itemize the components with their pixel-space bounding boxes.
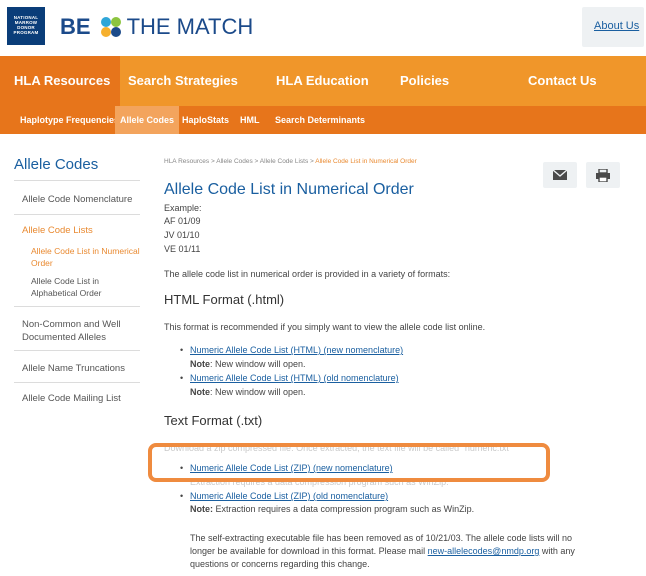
email-button[interactable]	[543, 162, 577, 188]
brand-match: THE MATCH	[126, 14, 254, 39]
para-text: with any	[539, 546, 575, 556]
bullet: •	[180, 345, 184, 355]
page-title: Allele Code List in Numerical Order	[164, 181, 414, 198]
subnav-allele-codes[interactable]: Allele Codes	[115, 106, 180, 134]
main-nav: HLA Resources Search Strategies HLA Educ…	[0, 56, 646, 134]
btm-logo-icon	[100, 17, 121, 37]
sidebar-item-mailing-list[interactable]: Allele Code Mailing List	[22, 392, 121, 405]
zip-old-link[interactable]: Numeric Allele Code List (ZIP) (old nome…	[190, 491, 388, 501]
para-text: longer be available for download in this…	[190, 546, 428, 556]
note-label: Note	[190, 359, 210, 369]
nav-hla-resources[interactable]: HLA Resources	[0, 56, 120, 134]
breadcrumb-current: Allele Code List in Numerical Order	[315, 158, 417, 165]
subnav-haplostats[interactable]: HaploStats	[182, 106, 229, 134]
print-button[interactable]	[586, 162, 620, 188]
html-old-link[interactable]: Numeric Allele Code List (HTML) (old nom…	[190, 373, 399, 383]
highlight-box	[148, 443, 550, 482]
divider	[14, 180, 140, 181]
divider	[14, 306, 140, 307]
example-value: AF 01/09	[164, 216, 201, 226]
subnav-haplotype-frequencies[interactable]: Haplotype Frequencies	[20, 106, 119, 134]
breadcrumb-item[interactable]: Allele Codes	[216, 158, 253, 165]
divider	[14, 350, 140, 351]
example-value: JV 01/10	[164, 230, 200, 240]
top-header: NATIONAL MARROW DONOR PROGRAM BE THE MAT…	[0, 0, 646, 56]
email-icon	[553, 170, 567, 180]
breadcrumb-item[interactable]: HLA Resources	[164, 158, 209, 165]
email-link[interactable]: new-allelecodes@nmdp.org	[428, 546, 540, 556]
note-label: Note	[190, 387, 210, 397]
print-icon	[596, 168, 610, 182]
zip-note: Note: Extraction requires a data compres…	[190, 504, 474, 514]
brand-be: BE	[60, 14, 91, 39]
sidebar-subitem-alphabetical[interactable]: Allele Code List in Alphabetical Order	[31, 275, 141, 299]
breadcrumb: HLA Resources > Allele Codes > Allele Co…	[164, 158, 417, 165]
sidebar-item-non-common[interactable]: Non-Common and Well Documented Alleles	[22, 318, 134, 344]
sidebar-item-truncations[interactable]: Allele Name Truncations	[22, 362, 125, 375]
note-text: Note: New window will open.	[190, 387, 306, 397]
breadcrumb-sep: >	[252, 158, 260, 165]
example-value: VE 01/11	[164, 244, 201, 254]
note-body: Extraction requires a data compression p…	[213, 504, 475, 514]
breadcrumb-item[interactable]: Allele Code Lists	[260, 158, 308, 165]
example-label: Example:	[164, 203, 202, 213]
bullet: •	[180, 373, 184, 383]
html-new-link[interactable]: Numeric Allele Code List (HTML) (new nom…	[190, 345, 403, 355]
html-format-desc: This format is recommended if you simply…	[164, 322, 486, 332]
about-us-link[interactable]: About Us	[594, 20, 639, 32]
subnav-search-determinants[interactable]: Search Determinants	[275, 106, 365, 134]
note-body: : New window will open.	[210, 387, 306, 397]
sub-nav: Haplotype Frequencies Allele Codes Haplo…	[0, 106, 646, 134]
html-format-heading: HTML Format (.html)	[164, 292, 285, 307]
text-format-heading: Text Format (.txt)	[164, 413, 263, 428]
nav-label: HLA Resources	[14, 73, 111, 88]
removal-para-line3: questions or concerns regarding this cha…	[190, 559, 370, 569]
sidebar-subitem-numerical[interactable]: Allele Code List in Numerical Order	[31, 245, 141, 269]
subnav-hml[interactable]: HML	[240, 106, 260, 134]
removal-para-line2: longer be available for download in this…	[190, 546, 575, 556]
divider	[14, 382, 140, 383]
intro-text: The allele code list in numerical order …	[164, 269, 451, 279]
nav-hla-education[interactable]: HLA Education	[276, 56, 369, 106]
sidebar-item-nomenclature[interactable]: Allele Code Nomenclature	[22, 193, 132, 206]
nav-contact-us[interactable]: Contact Us	[528, 56, 597, 106]
bullet: •	[180, 491, 184, 501]
sidebar-title: Allele Codes	[14, 156, 99, 173]
removal-para-line1: The self-extracting executable file has …	[190, 533, 573, 543]
nav-search-strategies[interactable]: Search Strategies	[128, 56, 238, 106]
divider	[14, 214, 140, 215]
sidebar-item-allele-code-lists[interactable]: Allele Code Lists	[22, 224, 93, 237]
note-label: Note:	[190, 504, 213, 514]
nav-policies[interactable]: Policies	[400, 56, 449, 106]
be-the-match-logo[interactable]: BE THE MATCH	[60, 12, 253, 42]
note-body: : New window will open.	[210, 359, 306, 369]
logo-line: PROGRAM	[13, 30, 39, 35]
nmdp-logo[interactable]: NATIONAL MARROW DONOR PROGRAM	[7, 7, 45, 45]
note-text: Note: New window will open.	[190, 359, 306, 369]
